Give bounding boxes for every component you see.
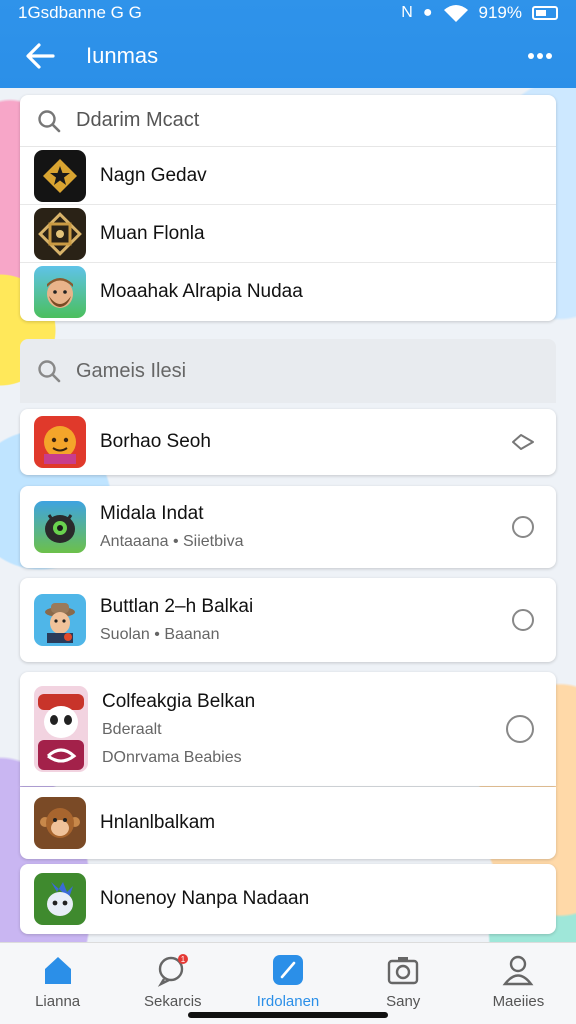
bearded-man-icon <box>34 266 86 318</box>
game-title: Borhao Seoh <box>100 431 211 452</box>
game-text: Borhao Seoh <box>100 431 510 453</box>
nav-label: Sekarcis <box>144 993 202 1010</box>
app-search-input[interactable]: Ddarim Mcact <box>20 95 556 147</box>
app-row[interactable]: Muan Flonla <box>20 205 556 263</box>
monkey-icon <box>34 797 86 849</box>
orange-face-icon <box>34 416 86 468</box>
chat-icon: 1 <box>157 954 188 987</box>
person-icon <box>502 955 534 986</box>
more-button[interactable] <box>512 30 568 82</box>
game-item[interactable]: Buttlan 2–h Balkai Suolan • Baanan <box>20 578 556 662</box>
app-bar: 1Gsdbanne G G N ● 919% Iunmas <box>0 0 576 88</box>
page-title: Iunmas <box>86 43 159 68</box>
game-text: Buttlan 2–h Balkai Suolan • Baanan <box>100 596 512 644</box>
chevron-icon[interactable] <box>510 432 536 452</box>
recent-apps-card: Ddarim Mcact Nagn Gedav Muan Flonla Moaa… <box>20 95 556 321</box>
app-name: Muan Flonla <box>100 222 205 244</box>
nav-label: Lianna <box>35 993 81 1010</box>
home-indicator[interactable] <box>188 1012 388 1018</box>
game-subtitle-2: DOnrvama Beabies <box>102 749 242 766</box>
game-text: Hnlanlbalkam <box>100 812 542 834</box>
toolbar: Iunmas <box>0 30 576 82</box>
blue-creature-icon <box>34 873 86 925</box>
game-item[interactable]: Colfeakgia Belkan Bderaalt DOnrvama Beab… <box>20 672 556 786</box>
wifi-icon <box>443 5 468 22</box>
game-subtitle: Bderaalt <box>102 721 162 738</box>
select-radio[interactable] <box>512 516 534 538</box>
nav-label: Irdolanen <box>256 993 320 1010</box>
game-text: Midala Indat Antaaana • Siietbiva <box>100 503 512 551</box>
game-item[interactable]: Nonenoy Nanpa Nadaan <box>20 864 556 934</box>
game-subtitle: Suolan • Baanan <box>100 626 220 643</box>
battery-icon <box>532 6 558 20</box>
battery-percent: 919% <box>478 3 522 22</box>
games-search-placeholder: Gameis Ilesi <box>76 359 187 382</box>
nav-label: Maeiies <box>492 993 545 1010</box>
nfc-icon: N <box>401 4 413 21</box>
network-icon: ● <box>422 4 433 21</box>
nav-label: Sany <box>386 993 421 1010</box>
status-left-text: 1Gsdbanne G G <box>18 3 142 22</box>
nav-item-home[interactable]: Lianna <box>0 943 115 1024</box>
robot-icon <box>34 501 86 553</box>
app-search-placeholder: Ddarim Mcact <box>76 109 200 131</box>
status-bar: 1Gsdbanne G G N ● 919% <box>0 0 576 26</box>
nav-item-profile[interactable]: Maeiies <box>461 943 576 1024</box>
app-name: Moaahak Alrapia Nudaa <box>100 281 303 302</box>
app-name: Nagn Gedav <box>100 164 207 186</box>
game-title: Colfeakgia Belkan <box>102 691 256 712</box>
game-title: Hnlanlbalkam <box>100 812 216 833</box>
search-icon <box>38 360 61 383</box>
home-icon <box>44 957 71 984</box>
star-badge-icon <box>34 149 86 202</box>
cowboy-icon <box>34 594 86 646</box>
game-item[interactable]: Hnlanlbalkam <box>20 787 556 859</box>
game-item[interactable]: Midala Indat Antaaana • Siietbiva <box>20 486 556 568</box>
game-title: Buttlan 2–h Balkai <box>100 596 254 617</box>
select-radio[interactable] <box>512 609 534 631</box>
knot-emblem-icon <box>34 207 86 260</box>
game-text: Nonenoy Nanpa Nadaan <box>100 888 542 910</box>
app-row[interactable]: Moaahak Alrapia Nudaa <box>20 263 556 321</box>
more-dots-icon <box>528 53 552 59</box>
select-radio[interactable] <box>506 715 534 743</box>
status-right: N ● 919% <box>401 3 558 23</box>
chat-badge-count: 1 <box>181 955 186 964</box>
search-icon <box>38 109 61 132</box>
games-search-input[interactable]: Gameis Ilesi <box>20 339 556 403</box>
game-item[interactable]: Borhao Seoh <box>20 409 556 475</box>
back-button[interactable] <box>10 30 70 82</box>
pen-icon <box>273 955 303 985</box>
panda-icon <box>34 686 88 772</box>
camera-icon <box>388 957 419 985</box>
game-text: Colfeakgia Belkan Bderaalt DOnrvama Beab… <box>102 691 506 767</box>
app-row[interactable]: Nagn Gedav <box>20 147 556 205</box>
game-title: Nonenoy Nanpa Nadaan <box>100 888 310 909</box>
game-subtitle: Antaaana • Siietbiva <box>100 533 244 550</box>
game-title: Midala Indat <box>100 503 204 524</box>
arrow-left-icon <box>26 43 55 69</box>
